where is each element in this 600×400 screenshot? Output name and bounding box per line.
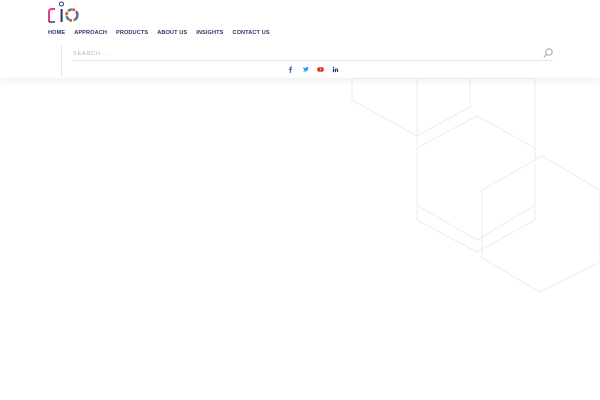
nav-home[interactable]: HOME <box>48 30 65 37</box>
search-bar <box>73 47 553 61</box>
nav-approach[interactable]: APPROACH <box>74 30 107 37</box>
nav-about-us[interactable]: ABOUT US <box>157 30 187 37</box>
linkedin-icon[interactable] <box>332 66 339 73</box>
twitter-icon[interactable] <box>302 66 309 73</box>
facebook-icon[interactable] <box>287 66 294 73</box>
hexagon-outline <box>481 155 600 293</box>
nav-products[interactable]: PRODUCTS <box>116 30 148 37</box>
search-input[interactable] <box>73 47 533 60</box>
search-icon[interactable] <box>543 48 553 58</box>
logo[interactable] <box>46 1 80 23</box>
site-header: HOME APPROACH PRODUCTS ABOUT US INSIGHTS… <box>0 0 600 78</box>
hexagon-outline <box>351 77 471 137</box>
nav-contact-us[interactable]: CONTACT US <box>232 30 269 37</box>
hexagon-outline <box>416 77 536 241</box>
vertical-divider <box>61 46 62 76</box>
youtube-icon[interactable] <box>317 66 324 73</box>
main-nav: HOME APPROACH PRODUCTS ABOUT US INSIGHTS… <box>48 30 279 37</box>
social-links <box>287 66 339 73</box>
hexagon-outline <box>416 115 536 253</box>
nav-insights[interactable]: INSIGHTS <box>196 30 223 37</box>
